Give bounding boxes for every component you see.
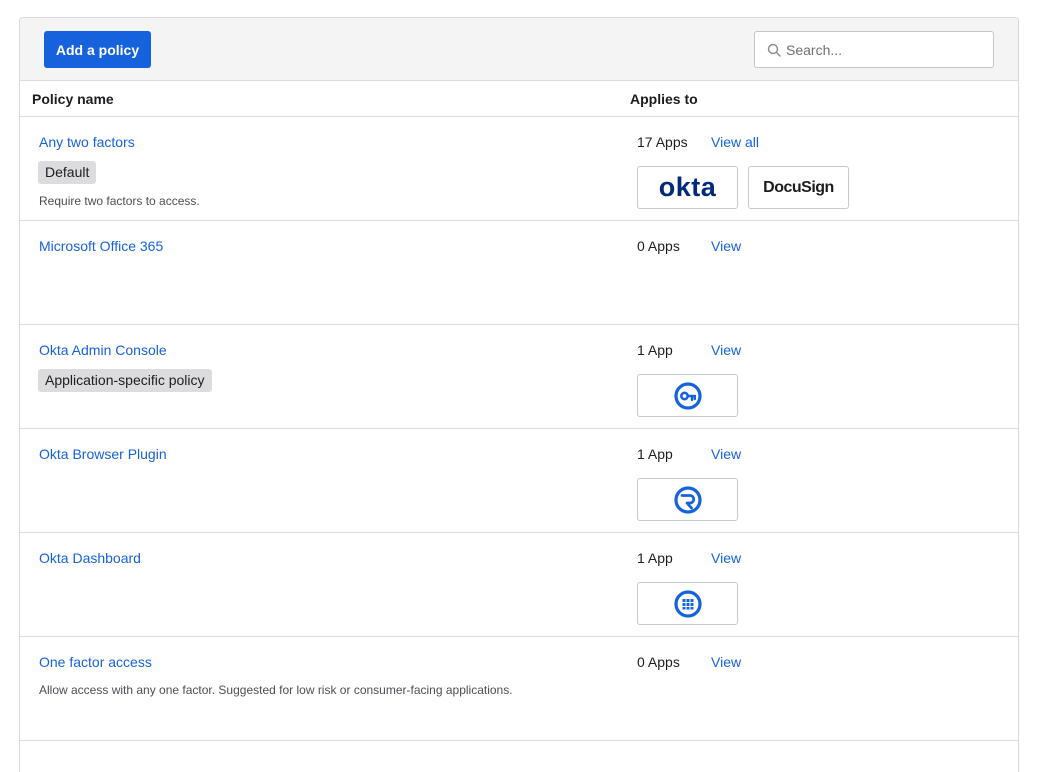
table-row: Okta Admin Console Application-specific … (20, 325, 1018, 429)
table-header: Policy name Applies to (20, 81, 1018, 117)
policy-description: Require two factors to access. (39, 194, 200, 208)
app-tile-docusign[interactable]: DocuSign (748, 166, 849, 209)
view-link[interactable]: View (711, 654, 741, 670)
policy-name-link[interactable]: Any two factors (39, 134, 135, 150)
table-row: Any two factors Default Require two fact… (20, 117, 1018, 221)
policy-description: Allow access with any one factor. Sugges… (39, 683, 513, 697)
docusign-logo: DocuSign (763, 178, 834, 196)
key-icon (673, 381, 702, 410)
toolbar: Add a policy (20, 18, 1018, 81)
view-link[interactable]: View (711, 342, 741, 358)
app-tile-admin-console[interactable] (637, 374, 738, 417)
table-row: Okta Dashboard 1 App View (20, 533, 1018, 637)
app-tile-browser-plugin[interactable] (637, 478, 738, 521)
browser-plugin-icon (673, 485, 702, 514)
app-tile-dashboard[interactable] (637, 582, 738, 625)
app-count: 0 Apps (637, 654, 680, 670)
table-row: Okta Browser Plugin 1 App View (20, 429, 1018, 533)
policy-name-link[interactable]: Microsoft Office 365 (39, 238, 163, 254)
okta-logo: okta (658, 172, 717, 202)
column-header-policy-name: Policy name (32, 91, 114, 107)
column-header-applies-to: Applies to (630, 91, 698, 107)
policy-name-link[interactable]: Okta Admin Console (39, 342, 167, 358)
policies-panel: Add a policy Policy name Applies to Any … (19, 17, 1019, 772)
app-count: 1 App (637, 342, 673, 358)
search-box[interactable] (754, 31, 994, 68)
table-row: One factor access Allow access with any … (20, 637, 1018, 741)
app-tile-okta[interactable]: okta (637, 166, 738, 209)
search-icon (767, 43, 781, 57)
add-policy-button[interactable]: Add a policy (44, 31, 151, 68)
view-link[interactable]: View (711, 446, 741, 462)
table-row: Microsoft Office 365 0 Apps View (20, 221, 1018, 325)
policy-name-link[interactable]: Okta Dashboard (39, 550, 141, 566)
app-count: 17 Apps (637, 134, 688, 150)
status-badge: Default (38, 161, 97, 184)
app-count: 1 App (637, 550, 673, 566)
status-badge: Application-specific policy (38, 369, 212, 392)
app-count: 0 Apps (637, 238, 680, 254)
policy-name-link[interactable]: Okta Browser Plugin (39, 446, 167, 462)
search-input[interactable] (786, 32, 986, 67)
view-link[interactable]: View (711, 238, 741, 254)
view-link[interactable]: View (711, 550, 741, 566)
dashboard-grid-icon (673, 589, 702, 618)
app-count: 1 App (637, 446, 673, 462)
policy-name-link[interactable]: One factor access (39, 654, 152, 670)
view-all-link[interactable]: View all (711, 134, 759, 150)
